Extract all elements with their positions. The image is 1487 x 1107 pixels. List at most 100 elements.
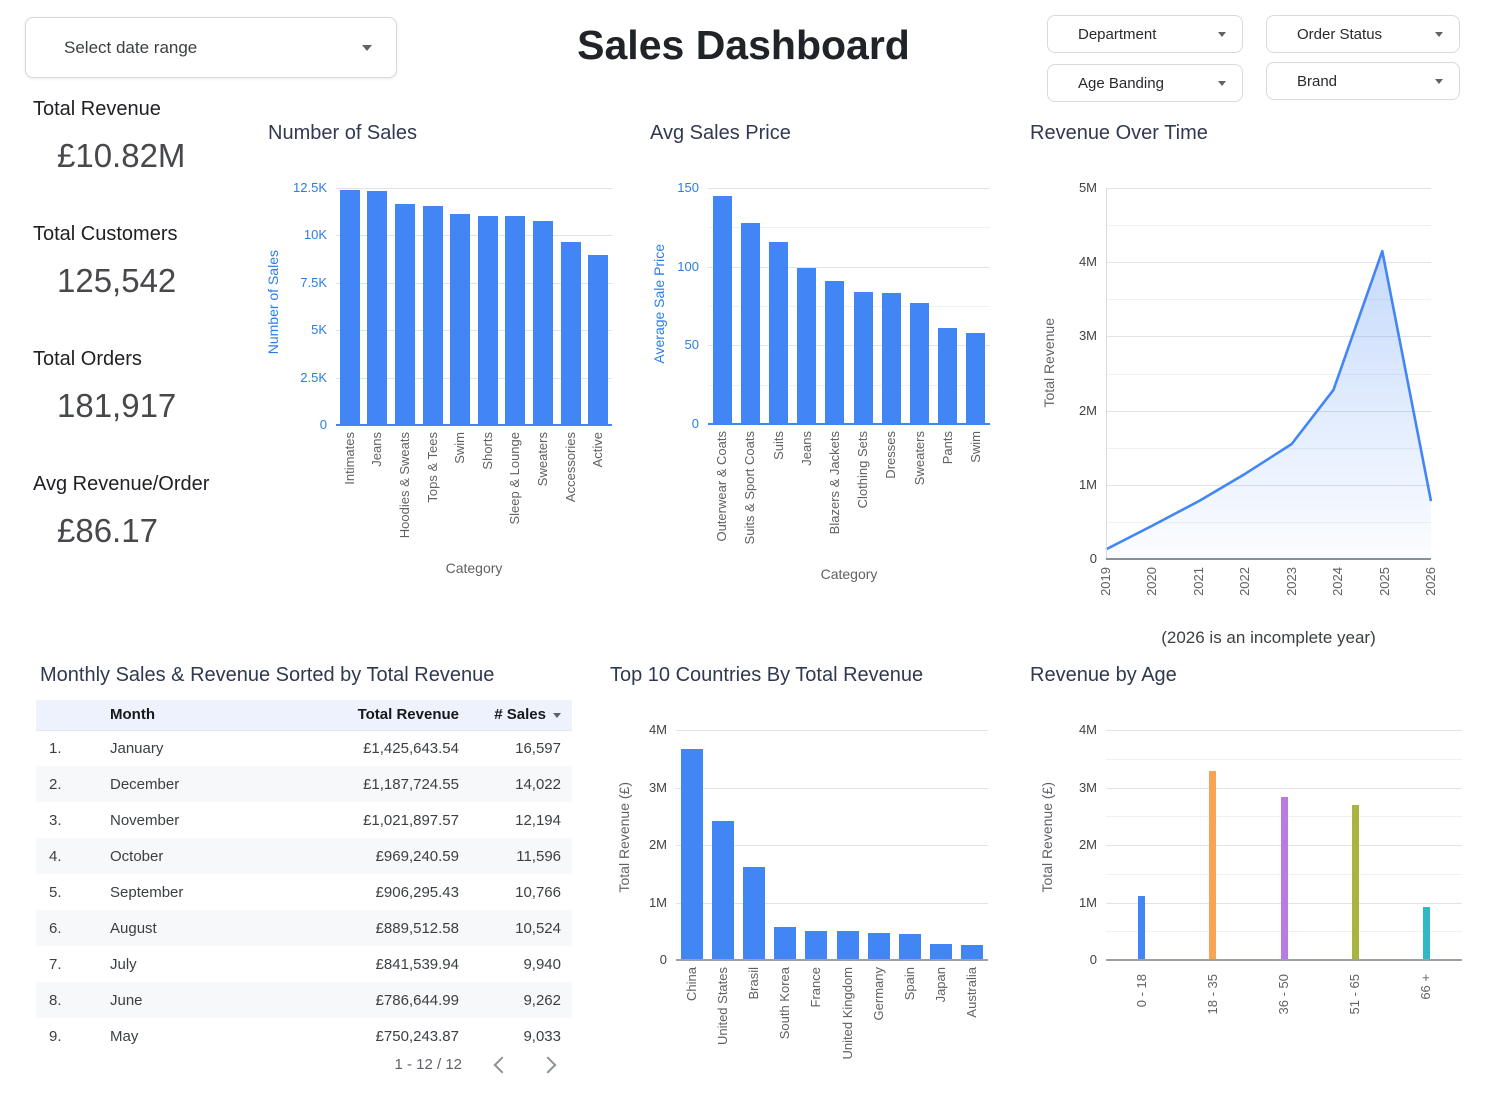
kpi-label: Avg Revenue/Order: [33, 473, 209, 496]
x-category-label: 36 - 50: [1276, 974, 1291, 1014]
revenue-over-time-plot[interactable]: 01M2M3M4M5M20192020202120222023202420252…: [1106, 188, 1431, 559]
col-month[interactable]: Month: [96, 700, 286, 730]
bar-8[interactable]: [561, 242, 581, 425]
col-rank: [36, 700, 96, 730]
avg-sales-price-plot[interactable]: 050100150Outerwear & CoatsSuits & Sport …: [708, 188, 990, 424]
x-axis-line: [676, 959, 988, 961]
y-tick-label: 10K: [304, 227, 327, 243]
bar-6[interactable]: [882, 293, 901, 424]
bar-7[interactable]: [910, 303, 929, 424]
kpi-label: Total Orders: [33, 348, 176, 371]
x-axis-line: [1106, 959, 1462, 961]
bar-2[interactable]: [395, 204, 415, 425]
bar-9[interactable]: [588, 255, 608, 425]
x-tick-label: 2025: [1377, 567, 1392, 596]
bar-3[interactable]: [774, 927, 796, 960]
gridline: [1106, 788, 1462, 789]
filter-label: Order Status: [1297, 26, 1382, 43]
y-tick-label: 2.5K: [300, 370, 327, 386]
filter-department[interactable]: Department: [1047, 15, 1243, 53]
bar-0[interactable]: [681, 749, 703, 960]
y-tick-label: 1M: [1079, 895, 1097, 911]
bar-4[interactable]: [1423, 907, 1430, 960]
bar-6[interactable]: [505, 216, 525, 425]
bar-5[interactable]: [478, 216, 498, 425]
table-title: Monthly Sales & Revenue Sorted by Total …: [40, 664, 494, 687]
pagination-label: 1 - 12 / 12: [394, 1056, 462, 1073]
y-tick-label: 0: [320, 417, 327, 433]
kpi-value: £86.17: [33, 512, 209, 550]
top-countries-plot[interactable]: 01M2M3M4MChinaUnited StatesBrasilSouth K…: [676, 730, 988, 960]
y-tick-label: 4M: [649, 722, 667, 738]
bar-2[interactable]: [743, 867, 765, 960]
revenue-by-age-plot[interactable]: 01M2M3M4M0 - 1818 - 3536 - 5051 - 6566 +: [1106, 730, 1462, 960]
bar-0[interactable]: [1138, 896, 1145, 960]
table-row: 3.November£1,021,897.5712,194: [36, 802, 572, 838]
filter-label: Department: [1078, 26, 1156, 43]
monthly-table: Month Total Revenue # Sales 1.January£1,…: [36, 700, 572, 1054]
x-category-label: Intimates: [342, 432, 357, 485]
x-category-label: United States: [715, 967, 730, 1045]
bar-6[interactable]: [868, 933, 890, 960]
revenue-cell: £841,539.94: [286, 946, 460, 982]
filter-brand[interactable]: Brand: [1266, 62, 1460, 100]
bar-5[interactable]: [837, 931, 859, 960]
month-cell: August: [96, 910, 286, 946]
date-range-selector[interactable]: Select date range: [25, 17, 397, 78]
bar-3[interactable]: [1352, 805, 1359, 960]
bar-9[interactable]: [966, 333, 985, 424]
filter-age-banding[interactable]: Age Banding: [1047, 64, 1243, 102]
x-category-label: China: [684, 967, 699, 1001]
bar-4[interactable]: [450, 214, 470, 425]
sales-cell: 12,194: [460, 802, 572, 838]
x-category-label: Blazers & Jackets: [827, 431, 842, 534]
kpi-total-customers: Total Customers 125,542: [33, 223, 178, 300]
y-tick-label: 4M: [1079, 722, 1097, 738]
number-of-sales-plot[interactable]: 02.5K5K7.5K10K12.5KIntimatesJeansHoodies…: [336, 188, 612, 425]
x-axis-title: Category: [336, 560, 612, 576]
filter-order-status[interactable]: Order Status: [1266, 15, 1460, 53]
col-num-sales[interactable]: # Sales: [460, 700, 572, 730]
sales-cell: 11,596: [460, 838, 572, 874]
bar-1[interactable]: [367, 191, 387, 425]
kpi-label: Total Customers: [33, 223, 178, 246]
bar-8[interactable]: [938, 328, 957, 424]
month-cell: December: [96, 766, 286, 802]
bar-1[interactable]: [1209, 771, 1216, 960]
y-axis-title: Total Revenue (£): [1039, 782, 1055, 893]
bar-3[interactable]: [797, 268, 816, 424]
revenue-area-svg: [1106, 188, 1431, 559]
kpi-value: £10.82M: [33, 137, 185, 175]
bar-1[interactable]: [741, 223, 760, 424]
bar-8[interactable]: [930, 944, 952, 960]
y-tick-label: 5M: [1079, 180, 1097, 196]
kpi-total-revenue: Total Revenue £10.82M: [33, 98, 185, 175]
x-category-label: 0 - 18: [1134, 974, 1149, 1007]
bar-7[interactable]: [899, 934, 921, 960]
y-tick-label: 100: [677, 259, 699, 275]
table-row: 2.December£1,187,724.5514,022: [36, 766, 572, 802]
sales-cell: 16,597: [460, 730, 572, 766]
y-axis-title: Total Revenue: [1041, 318, 1057, 408]
sort-desc-icon: [553, 713, 561, 718]
bar-9[interactable]: [961, 945, 983, 960]
bar-2[interactable]: [769, 242, 788, 425]
x-category-label: Suits & Sport Coats: [742, 431, 757, 544]
col-total-revenue[interactable]: Total Revenue: [286, 700, 460, 730]
bar-4[interactable]: [805, 931, 827, 960]
previous-page-icon[interactable]: [494, 1056, 511, 1073]
y-axis-title: Average Sale Price: [651, 244, 667, 364]
revenue-cell: £1,187,724.55: [286, 766, 460, 802]
bar-0[interactable]: [340, 190, 360, 425]
bar-1[interactable]: [712, 821, 734, 960]
bar-7[interactable]: [533, 221, 553, 425]
next-page-icon[interactable]: [540, 1056, 557, 1073]
bar-4[interactable]: [825, 281, 844, 424]
y-tick-label: 12.5K: [293, 180, 327, 196]
bar-3[interactable]: [423, 206, 443, 425]
table-pagination: 1 - 12 / 12: [36, 1056, 572, 1073]
bar-0[interactable]: [713, 196, 732, 424]
y-tick-label: 0: [1090, 551, 1097, 567]
bar-5[interactable]: [854, 292, 873, 424]
bar-2[interactable]: [1281, 797, 1288, 960]
